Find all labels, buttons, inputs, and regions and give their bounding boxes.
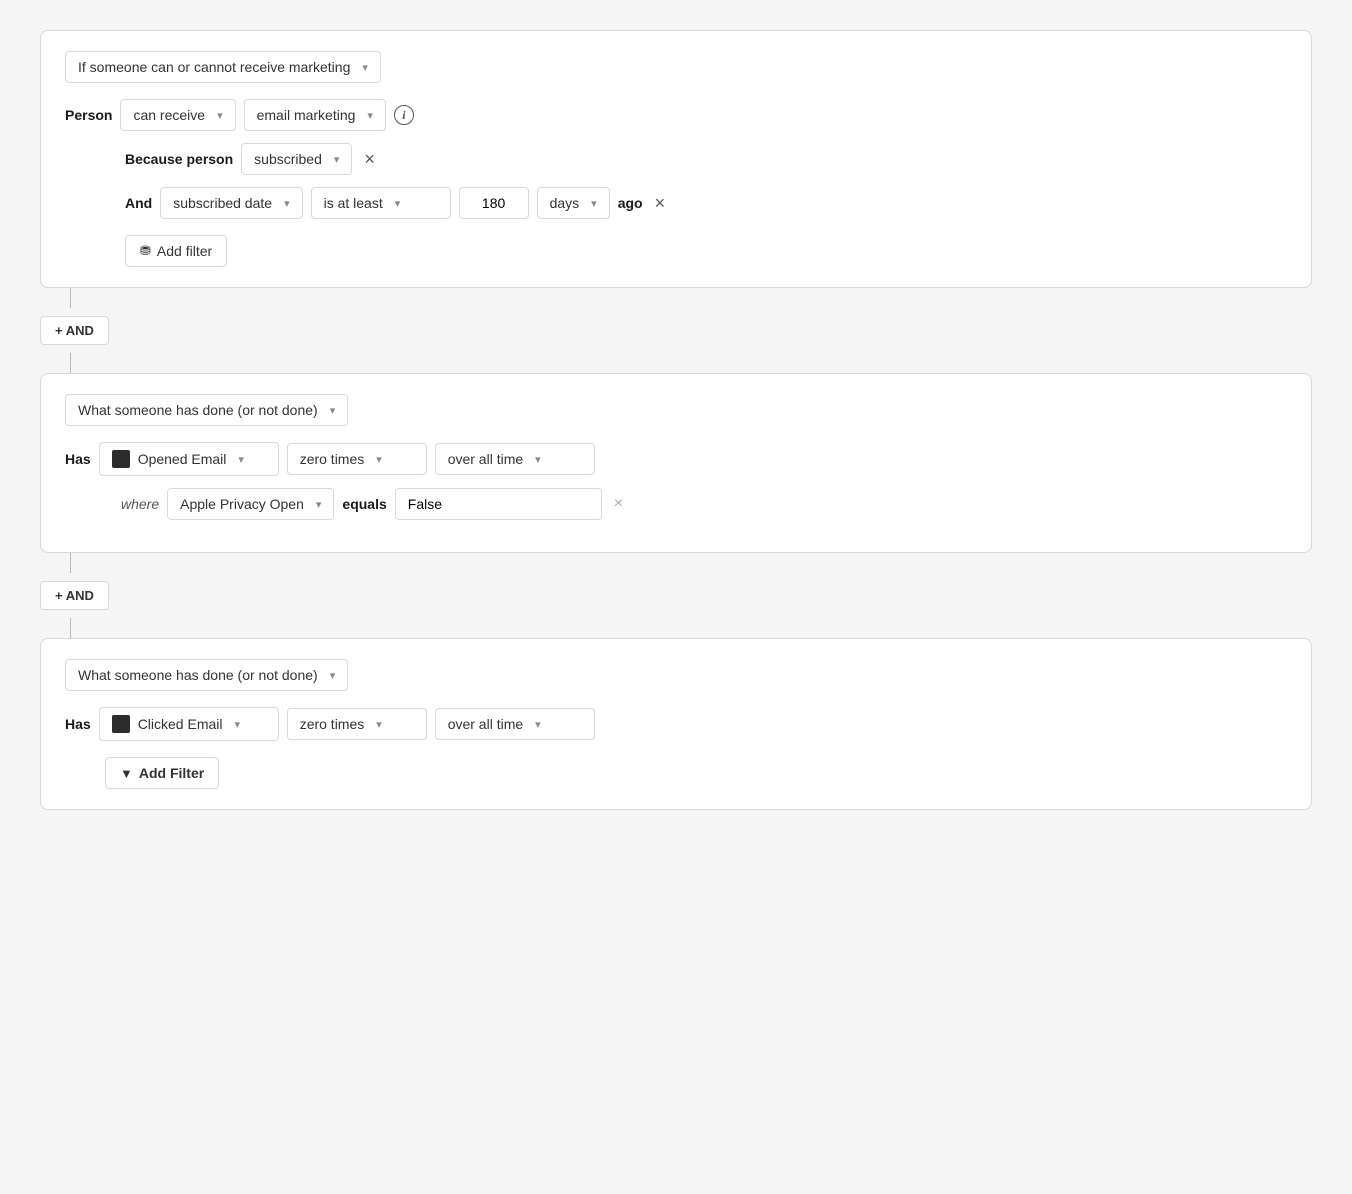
marketing-type-value: email marketing [257, 107, 356, 123]
where-label-2: where [121, 496, 159, 512]
where-close-button-2[interactable]: × [610, 495, 627, 513]
because-label: Because person [125, 151, 233, 167]
property-select-2[interactable]: Apple Privacy Open ▾ [167, 488, 334, 520]
and-button-2-label: + AND [55, 588, 94, 603]
action-condition-chevron-3: ▾ [330, 669, 336, 682]
and-button-1-label: + AND [55, 323, 94, 338]
action-condition-select-3[interactable]: What someone has done (or not done) ▾ [65, 659, 348, 691]
marketing-condition-select[interactable]: If someone can or cannot receive marketi… [65, 51, 381, 83]
days-unit-select[interactable]: days ▾ [537, 187, 610, 219]
marketing-type-select[interactable]: email marketing ▾ [244, 99, 386, 131]
add-filter-label-3: Add Filter [139, 765, 204, 781]
person-label: Person [65, 107, 112, 123]
date-field-chevron: ▾ [284, 197, 290, 210]
has-row-3: Has Clicked Email ▾ zero times ▾ over al… [65, 707, 1287, 741]
action-chevron-2: ▾ [238, 453, 244, 466]
person-condition-value: can receive [133, 107, 205, 123]
vertical-line-4 [70, 618, 71, 638]
and-condition-row: And subscribed date ▾ is at least ▾ days… [125, 187, 1287, 219]
vertical-line-3 [70, 553, 71, 573]
action-condition-chevron-2: ▾ [330, 404, 336, 417]
because-value: subscribed [254, 151, 322, 167]
condition-operator-select[interactable]: is at least ▾ [311, 187, 451, 219]
vertical-line-2 [70, 353, 71, 373]
because-row: Because person subscribed ▾ × [125, 143, 1287, 175]
property-value-2: Apple Privacy Open [180, 496, 304, 512]
timerange-select-2[interactable]: over all time ▾ [435, 443, 595, 475]
action-condition-label-2: What someone has done (or not done) [78, 402, 318, 418]
person-condition-select[interactable]: can receive ▾ [120, 99, 235, 131]
property-value-input-2[interactable] [395, 488, 602, 520]
times-chevron-2: ▾ [376, 453, 382, 466]
timerange-chevron-2: ▾ [535, 453, 541, 466]
action-select-2[interactable]: Opened Email ▾ [99, 442, 279, 476]
timerange-chevron-3: ▾ [535, 718, 541, 731]
clicked-email-icon [112, 715, 130, 733]
times-value-3: zero times [300, 716, 365, 732]
vertical-line-1 [70, 288, 71, 308]
days-value-input[interactable] [459, 187, 529, 219]
top-select-row-3: What someone has done (or not done) ▾ [65, 659, 1287, 691]
filter-icon-3: ▼ [120, 766, 133, 781]
add-filter-area-3: ▼ Add Filter [105, 753, 1287, 789]
timerange-select-3[interactable]: over all time ▾ [435, 708, 595, 740]
marketing-type-chevron: ▾ [367, 109, 373, 122]
date-field-select[interactable]: subscribed date ▾ [160, 187, 302, 219]
property-chevron-2: ▾ [316, 498, 322, 511]
top-select-row-2: What someone has done (or not done) ▾ [65, 394, 1287, 426]
action-condition-label-3: What someone has done (or not done) [78, 667, 318, 683]
action-select-3[interactable]: Clicked Email ▾ [99, 707, 279, 741]
action-value-2: Opened Email [138, 451, 227, 467]
and-button-2[interactable]: + AND [40, 581, 109, 610]
info-icon[interactable]: i [394, 105, 414, 125]
add-filter-area-1: ⛃ Add filter [125, 231, 1287, 267]
times-select-2[interactable]: zero times ▾ [287, 443, 427, 475]
add-filter-label-1: Add filter [157, 243, 212, 259]
times-chevron-3: ▾ [376, 718, 382, 731]
filter-icon-1: ⛃ [140, 243, 151, 259]
and-condition-close-button[interactable]: × [651, 192, 670, 214]
has-label-2: Has [65, 451, 91, 467]
filter-block-2: What someone has done (or not done) ▾ Ha… [40, 373, 1312, 553]
because-select[interactable]: subscribed ▾ [241, 143, 352, 175]
times-select-3[interactable]: zero times ▾ [287, 708, 427, 740]
condition-operator-chevron: ▾ [395, 197, 401, 210]
filter-block-3: What someone has done (or not done) ▾ Ha… [40, 638, 1312, 810]
has-label-3: Has [65, 716, 91, 732]
action-value-3: Clicked Email [138, 716, 223, 732]
ago-label: ago [618, 195, 643, 211]
days-unit-value: days [550, 195, 580, 211]
condition-operator-value: is at least [324, 195, 383, 211]
because-chevron: ▾ [334, 153, 340, 166]
equals-label-2: equals [342, 496, 386, 512]
because-close-button[interactable]: × [360, 148, 379, 170]
marketing-condition-label: If someone can or cannot receive marketi… [78, 59, 350, 75]
opened-email-icon [112, 450, 130, 468]
and-connector-2: + AND [40, 553, 1312, 638]
and-label: And [125, 195, 152, 211]
date-field-value: subscribed date [173, 195, 272, 211]
add-filter-button-1[interactable]: ⛃ Add filter [125, 235, 227, 267]
times-value-2: zero times [300, 451, 365, 467]
and-connector-1: + AND [40, 288, 1312, 373]
person-condition-chevron: ▾ [217, 109, 223, 122]
timerange-value-3: over all time [448, 716, 523, 732]
timerange-value-2: over all time [448, 451, 523, 467]
top-select-row-1: If someone can or cannot receive marketi… [65, 51, 1287, 83]
where-row-2: where Apple Privacy Open ▾ equals × [105, 488, 1287, 520]
filter-block-1: If someone can or cannot receive marketi… [40, 30, 1312, 288]
days-unit-chevron: ▾ [591, 197, 597, 210]
person-row: Person can receive ▾ email marketing ▾ i [65, 99, 1287, 131]
action-chevron-3: ▾ [235, 718, 241, 731]
marketing-condition-chevron: ▾ [362, 61, 368, 74]
action-condition-select-2[interactable]: What someone has done (or not done) ▾ [65, 394, 348, 426]
add-filter-button-3[interactable]: ▼ Add Filter [105, 757, 219, 789]
has-row-2: Has Opened Email ▾ zero times ▾ over all… [65, 442, 1287, 476]
and-button-1[interactable]: + AND [40, 316, 109, 345]
